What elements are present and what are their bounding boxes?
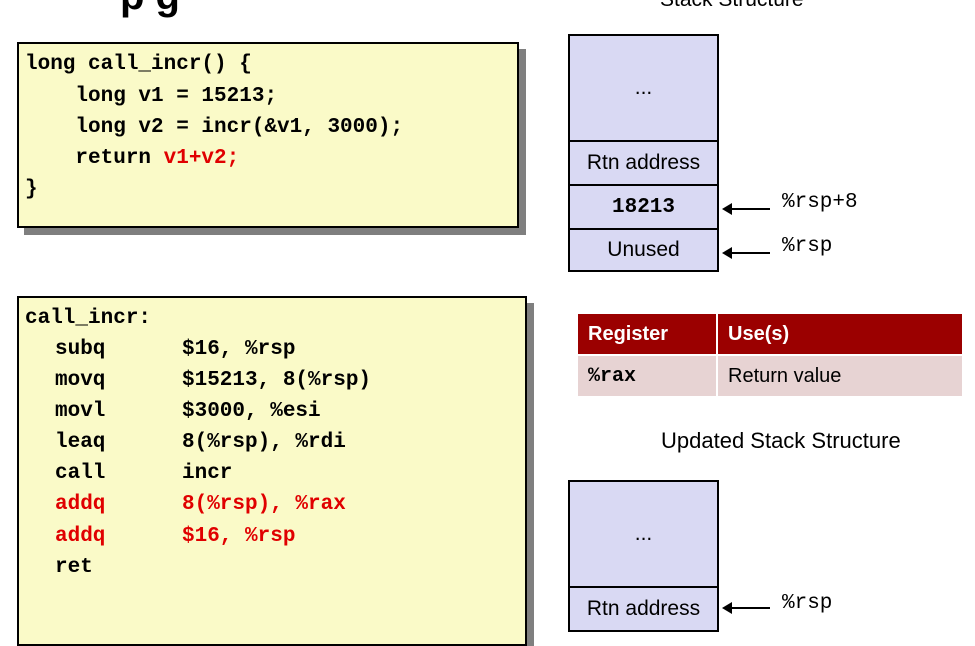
asm-args: 8(%rsp), %rdi bbox=[182, 431, 346, 454]
rsp-after-label: %rsp bbox=[782, 592, 833, 615]
c-code-line: } bbox=[25, 178, 38, 201]
stack-after: ... Rtn address bbox=[568, 480, 719, 632]
asm-line-highlight: addq bbox=[55, 493, 106, 516]
asm-args-highlight: 8(%rsp), %rax bbox=[182, 493, 346, 516]
asm-args: $15213, 8(%rsp) bbox=[182, 369, 372, 392]
return-expression: v1+v2; bbox=[163, 147, 240, 170]
stack-before: ... Rtn address 18213 Unused bbox=[568, 34, 719, 272]
asm-code-box: call_incr: subq $16, %rsp movq $15213, 8… bbox=[17, 296, 527, 646]
asm-label: call_incr: bbox=[25, 307, 152, 330]
uses-cell: Return value bbox=[717, 354, 964, 396]
stack-cell-unused: Unused bbox=[570, 228, 717, 270]
asm-args: incr bbox=[182, 462, 233, 485]
asm-args: $3000, %esi bbox=[182, 400, 321, 423]
updated-stack-title: Updated Stack Structure bbox=[661, 428, 901, 453]
c-code-line: long call_incr() { bbox=[25, 53, 252, 76]
asm-line-highlight: addq bbox=[55, 525, 106, 548]
uses-header: Use(s) bbox=[717, 314, 964, 355]
rsp-after-arrow bbox=[722, 602, 770, 614]
rsp-label: %rsp bbox=[782, 235, 833, 258]
stack-cell-return-address: Rtn address bbox=[570, 140, 717, 184]
asm-args: $16, %rsp bbox=[182, 338, 296, 361]
c-code-line: return v1+v2; bbox=[25, 147, 240, 170]
slide-title-fragment: p g bbox=[120, 0, 180, 19]
stack-cell-value: 18213 bbox=[570, 184, 717, 228]
stack-structure-title: Stack Structure bbox=[660, 0, 804, 12]
register-header: Register bbox=[578, 314, 718, 355]
asm-args-highlight: $16, %rsp bbox=[182, 525, 296, 548]
asm-line: subq bbox=[55, 338, 106, 361]
register-cell: %rax bbox=[578, 354, 718, 396]
asm-line: movq bbox=[55, 369, 106, 392]
asm-line: leaq bbox=[55, 431, 106, 454]
asm-line: movl bbox=[55, 400, 106, 423]
rsp-arrow bbox=[722, 247, 770, 259]
register-table: Register Use(s) %rax Return value bbox=[578, 314, 964, 396]
asm-line: call bbox=[55, 462, 106, 485]
rsp-plus-8-arrow bbox=[722, 203, 770, 215]
asm-line: ret bbox=[55, 556, 93, 579]
c-code-line: long v2 = incr(&v1, 3000); bbox=[25, 116, 404, 139]
c-code-line: long v1 = 15213; bbox=[25, 85, 278, 108]
rsp-plus-8-label: %rsp+8 bbox=[782, 191, 858, 214]
stack-cell-ellipsis: ... bbox=[634, 76, 653, 99]
stack-cell-ellipsis: ... bbox=[634, 522, 653, 545]
c-code-box: long call_incr() { long v1 = 15213; long… bbox=[17, 42, 519, 228]
stack-cell-return-address: Rtn address bbox=[570, 586, 717, 630]
